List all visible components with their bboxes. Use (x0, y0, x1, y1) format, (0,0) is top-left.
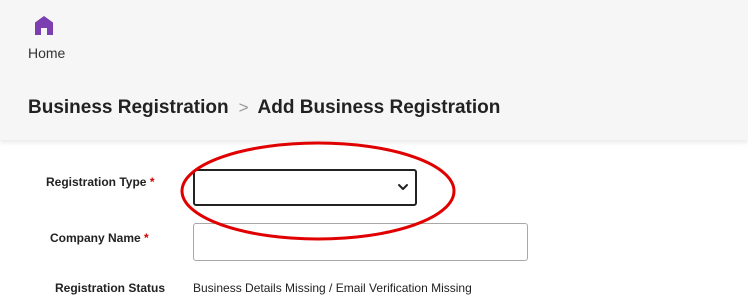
required-asterisk: * (144, 231, 149, 245)
breadcrumb-current: Add Business Registration (257, 97, 501, 118)
company-name-label-text: Company Name (50, 231, 141, 245)
registration-status-label: Registration Status (55, 281, 166, 295)
breadcrumb-parent-link[interactable]: Business Registration (28, 97, 229, 118)
registration-type-label: Registration Type * (46, 175, 154, 189)
company-name-input[interactable] (193, 223, 528, 261)
registration-type-select[interactable] (193, 169, 417, 206)
breadcrumb-separator: > (238, 98, 249, 117)
home-icon (35, 16, 53, 35)
registration-status-value: Business Details Missing / Email Verific… (193, 281, 472, 295)
required-asterisk: * (149, 175, 155, 189)
registration-type-label-text: Registration Type (46, 175, 147, 189)
home-button[interactable]: Home (28, 14, 78, 66)
chevron-down-icon (398, 184, 408, 190)
company-name-label: Company Name * (50, 231, 149, 245)
breadcrumb: Business Registration > Add Business Regis… (28, 97, 500, 119)
top-navigation-bar: Home (0, 0, 748, 78)
home-label: Home (28, 45, 66, 61)
